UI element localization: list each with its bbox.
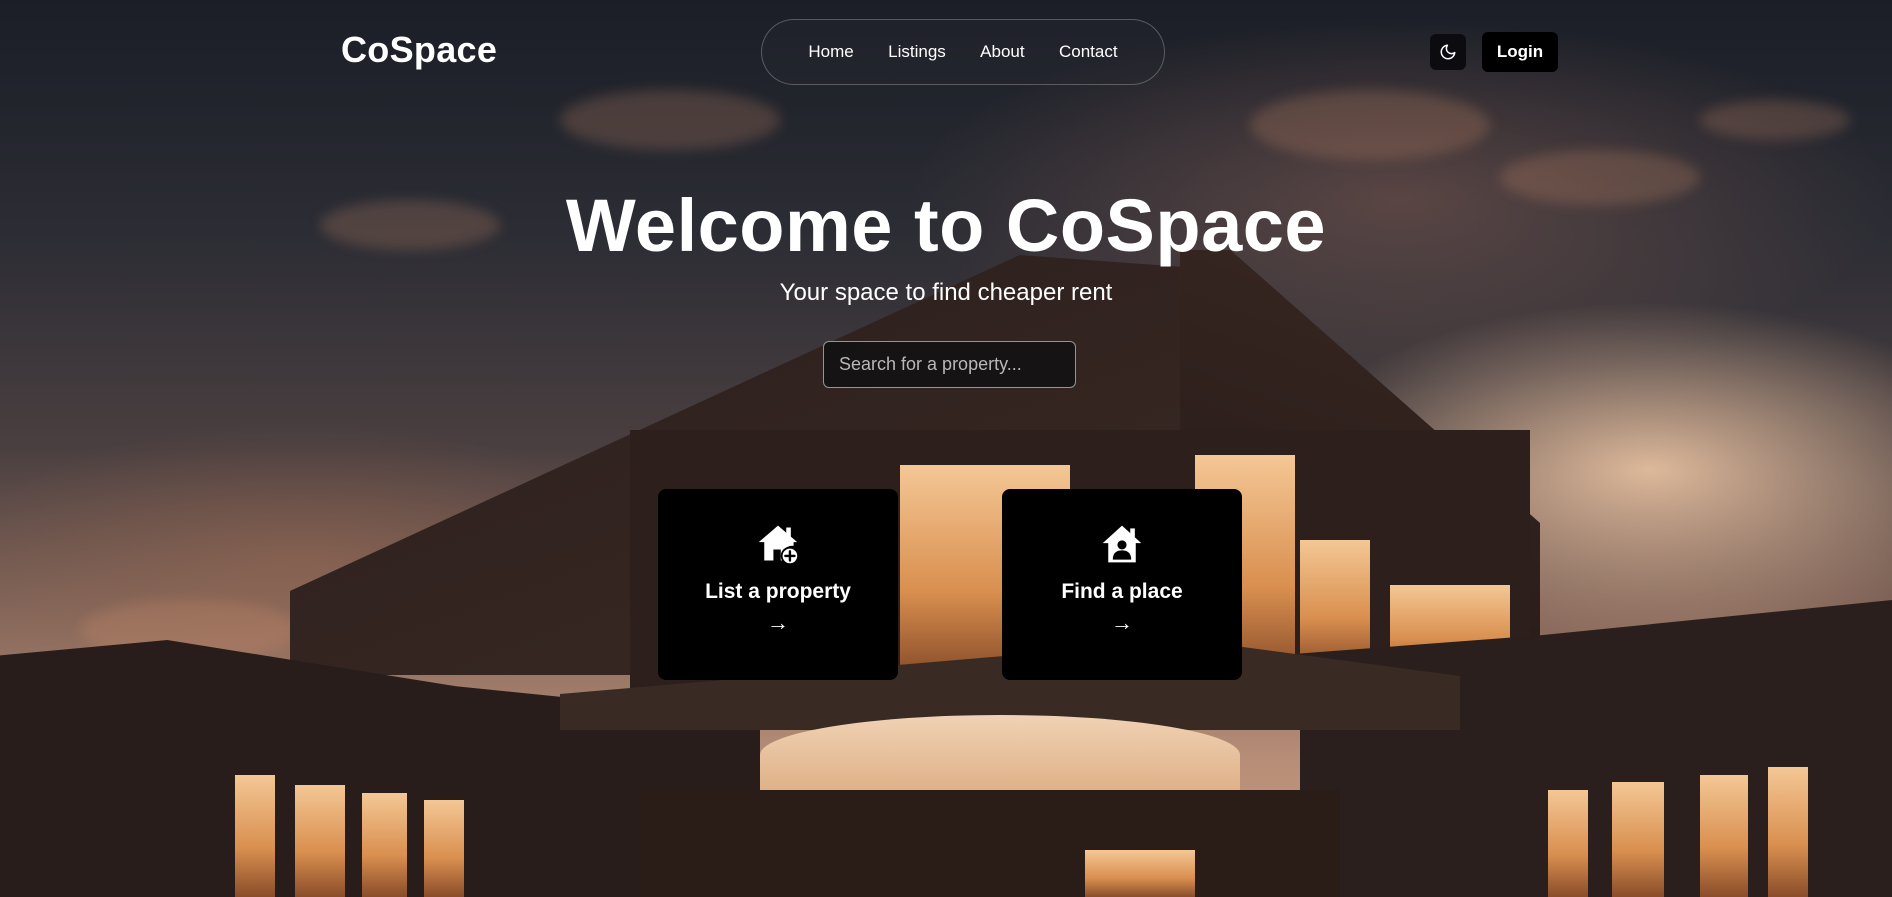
hero-title: Welcome to CoSpace [565,184,1327,267]
main-nav: Home Listings About Contact [761,19,1165,85]
site-header: CoSpace Home Listings About Contact Logi… [0,0,1892,100]
list-property-card[interactable]: List a property → [658,489,898,680]
hero-background-image [0,0,1892,897]
nav-listings-link[interactable]: Listings [888,42,946,62]
house-user-icon [1102,525,1142,563]
arrow-right-icon: → [767,610,789,635]
moon-icon [1440,44,1456,60]
nav-home-link[interactable]: Home [808,42,853,62]
nav-about-link[interactable]: About [980,42,1024,62]
nav-contact-link[interactable]: Contact [1059,42,1118,62]
property-search-input[interactable] [823,341,1076,388]
theme-toggle-button[interactable] [1430,34,1466,70]
login-button[interactable]: Login [1482,32,1558,72]
house-plus-icon [758,525,800,566]
hero-subtitle: Your space to find cheaper rent [779,279,1113,306]
find-place-title: Find a place [1061,580,1183,603]
find-place-card[interactable]: Find a place → [1002,489,1242,680]
arrow-right-icon: → [1111,610,1133,635]
list-property-title: List a property [705,580,851,603]
site-logo[interactable]: CoSpace [341,29,497,71]
